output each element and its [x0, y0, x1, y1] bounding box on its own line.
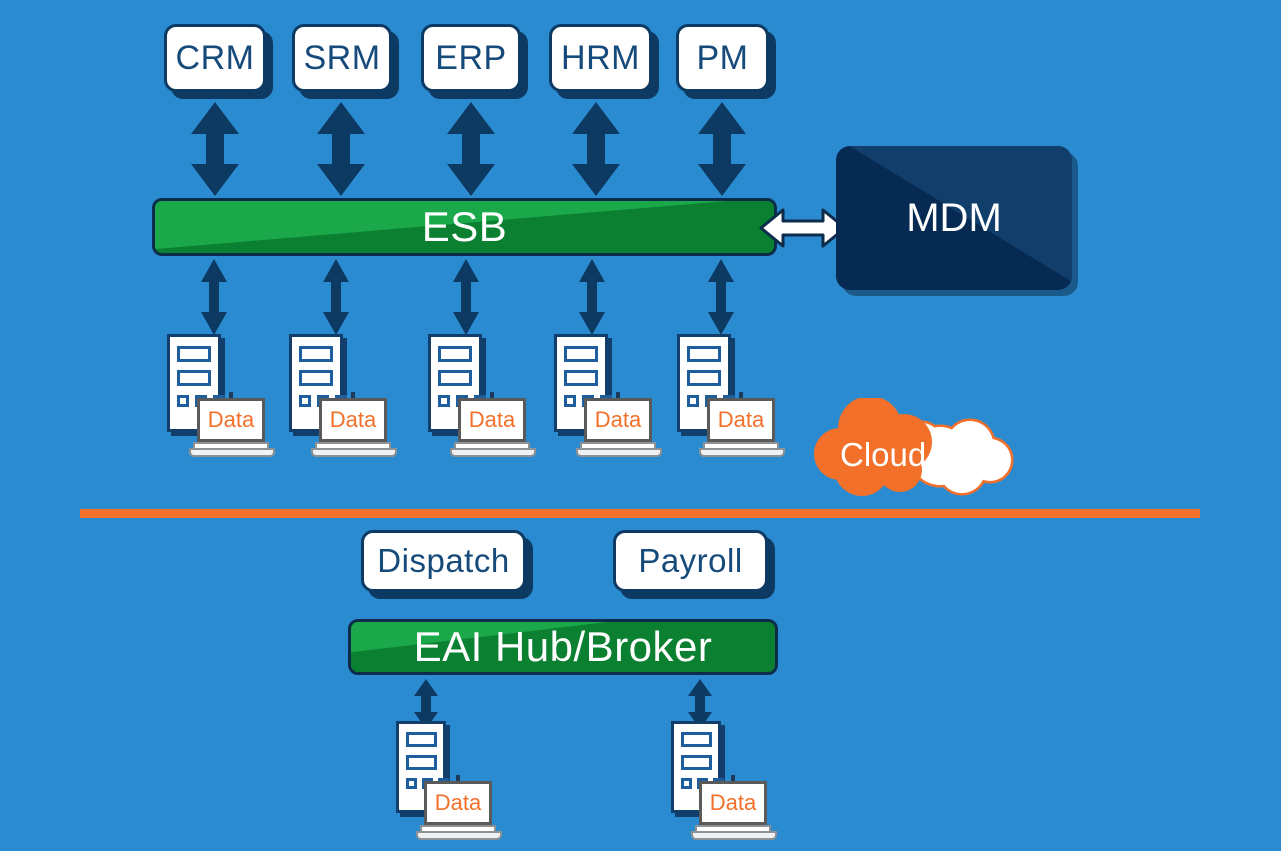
- mdm-box[interactable]: MDM: [836, 146, 1072, 290]
- database-node[interactable]: Data: [671, 721, 777, 845]
- server-slot: [687, 346, 721, 362]
- cloud-icon[interactable]: Cloud: [812, 396, 1017, 498]
- server-indicator: [299, 395, 311, 407]
- app-box-label: Payroll: [638, 542, 743, 579]
- server-slot: [438, 346, 472, 362]
- bidirectional-arrow-icon: [189, 100, 241, 198]
- eai-hub-bar[interactable]: EAI Hub/Broker: [348, 619, 778, 675]
- database-label: Data: [329, 407, 377, 432]
- laptop-foot: [311, 448, 397, 457]
- laptop-foot: [691, 831, 777, 840]
- server-slot: [299, 346, 333, 362]
- app-box-pm[interactable]: PM: [676, 24, 769, 92]
- database-node[interactable]: Data: [428, 334, 536, 458]
- app-box-hrm[interactable]: HRM: [549, 24, 652, 92]
- app-box-label: SRM: [303, 38, 381, 77]
- database-node[interactable]: Data: [554, 334, 662, 458]
- laptop-icon: Data: [311, 392, 397, 458]
- bidirectional-arrow-icon: [321, 258, 351, 336]
- app-box-label: HRM: [561, 38, 640, 77]
- server-slot: [406, 755, 437, 770]
- app-box-label: ERP: [435, 38, 507, 77]
- app-box-label: PM: [696, 38, 749, 77]
- app-box-dispatch[interactable]: Dispatch: [361, 530, 526, 592]
- server-indicator: [687, 395, 699, 407]
- server-slot: [177, 370, 211, 386]
- esb-bar-label: ESB: [421, 203, 508, 250]
- database-label: Data: [207, 407, 255, 432]
- bidirectional-arrow-icon: [315, 100, 367, 198]
- server-indicator: [406, 778, 417, 789]
- app-box-label: Dispatch: [377, 542, 510, 579]
- server-slot: [681, 755, 712, 770]
- section-divider: [80, 509, 1200, 518]
- server-slot: [564, 370, 598, 386]
- server-slot: [687, 370, 721, 386]
- database-node[interactable]: Data: [396, 721, 502, 845]
- laptop-foot: [699, 448, 785, 457]
- app-box-label: CRM: [175, 38, 255, 77]
- bidirectional-arrow-icon: [577, 258, 607, 336]
- server-indicator: [177, 395, 189, 407]
- bidirectional-arrow-icon: [451, 258, 481, 336]
- laptop-icon: Data: [699, 392, 785, 458]
- server-slot: [438, 370, 472, 386]
- laptop-foot: [189, 448, 275, 457]
- database-label: Data: [468, 407, 516, 432]
- laptop-foot: [416, 831, 502, 840]
- server-indicator: [564, 395, 576, 407]
- bidirectional-arrow-icon: [696, 100, 748, 198]
- bidirectional-arrow-icon: [445, 100, 497, 198]
- database-label: Data: [709, 790, 757, 815]
- database-label: Data: [717, 407, 765, 432]
- server-indicator: [681, 778, 692, 789]
- eai-hub-bar-label: EAI Hub/Broker: [413, 623, 713, 670]
- laptop-screen: Data: [319, 398, 387, 442]
- esb-bar[interactable]: ESB: [152, 198, 777, 256]
- cloud-label: Cloud: [840, 436, 927, 473]
- mdm-box-label: MDM: [906, 195, 1002, 240]
- laptop-screen: Data: [197, 398, 265, 442]
- server-slot: [681, 732, 712, 747]
- server-indicator: [438, 395, 450, 407]
- laptop-icon: Data: [691, 775, 777, 841]
- app-box-erp[interactable]: ERP: [421, 24, 521, 92]
- database-label: Data: [434, 790, 482, 815]
- app-box-crm[interactable]: CRM: [164, 24, 266, 92]
- laptop-screen: Data: [424, 781, 492, 825]
- server-slot: [564, 346, 598, 362]
- laptop-icon: Data: [416, 775, 502, 841]
- server-slot: [177, 346, 211, 362]
- bidirectional-arrow-icon: [199, 258, 229, 336]
- bidirectional-arrow-icon: [706, 258, 736, 336]
- laptop-screen: Data: [584, 398, 652, 442]
- database-node[interactable]: Data: [677, 334, 785, 458]
- server-slot: [299, 370, 333, 386]
- app-box-srm[interactable]: SRM: [292, 24, 392, 92]
- database-node[interactable]: Data: [167, 334, 275, 458]
- laptop-icon: Data: [189, 392, 275, 458]
- server-slot: [406, 732, 437, 747]
- database-node[interactable]: Data: [289, 334, 397, 458]
- laptop-foot: [450, 448, 536, 457]
- laptop-screen: Data: [699, 781, 767, 825]
- app-box-payroll[interactable]: Payroll: [613, 530, 768, 592]
- bidirectional-arrow-icon: [570, 100, 622, 198]
- laptop-screen: Data: [707, 398, 775, 442]
- laptop-screen: Data: [458, 398, 526, 442]
- laptop-icon: Data: [450, 392, 536, 458]
- laptop-icon: Data: [576, 392, 662, 458]
- diagram-canvas: CRM SRM ERP HRM PM ESB MDM Data Data Dat…: [0, 0, 1281, 851]
- database-label: Data: [594, 407, 642, 432]
- laptop-foot: [576, 448, 662, 457]
